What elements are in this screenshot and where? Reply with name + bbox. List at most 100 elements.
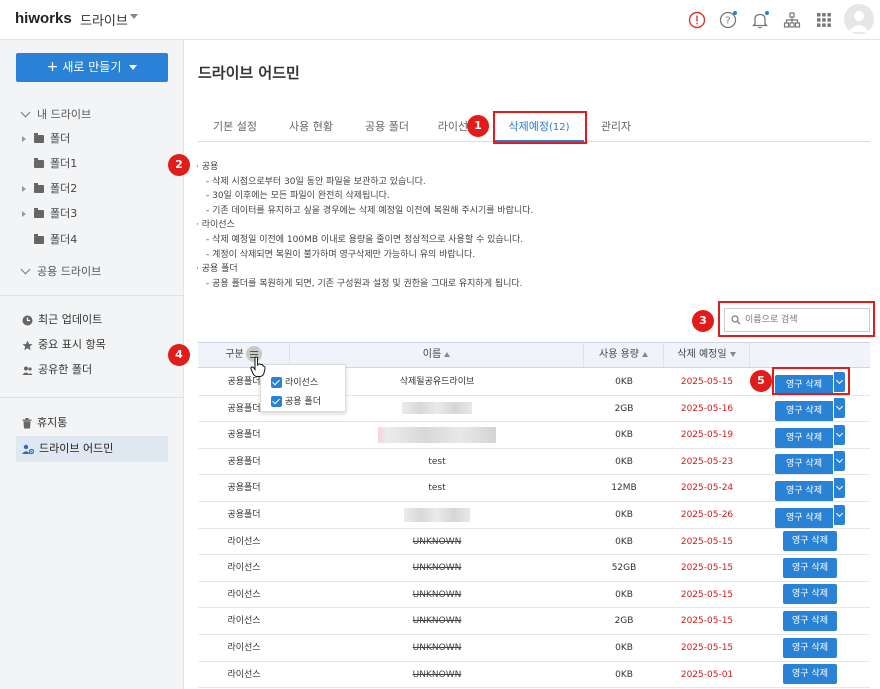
cell-type: 공용폴더: [227, 510, 261, 520]
permanent-delete-button[interactable]: 영구 삭제: [783, 664, 837, 685]
notice-text: · 공용 - 삭제 시점으로부터 30일 동안 파일을 보관하고 있습니다. -…: [196, 160, 533, 291]
alert-icon[interactable]: [686, 9, 708, 31]
divider: [0, 397, 183, 398]
permanent-delete-button[interactable]: 영구 삭제: [775, 507, 833, 528]
app-switcher-label[interactable]: 드라이브: [80, 10, 128, 29]
sidebar-item-starred[interactable]: 중요 표시 항목: [16, 332, 168, 358]
filter-option-license[interactable]: 라이선스: [271, 375, 318, 388]
cell-type: 라이선스: [227, 669, 261, 680]
sort-asc-icon: [641, 351, 648, 357]
permanent-delete-button[interactable]: 영구 삭제: [775, 401, 833, 422]
chevron-down-icon[interactable]: [833, 398, 845, 419]
chevron-down-icon[interactable]: [130, 14, 138, 19]
cell-delete-date: 2025-05-24: [680, 483, 734, 494]
redacted-name: [404, 507, 470, 522]
tab-basic-settings[interactable]: 기본 설정: [198, 112, 272, 142]
brand-logo[interactable]: hiworks: [15, 10, 72, 27]
permanent-delete-button[interactable]: 영구 삭제: [775, 427, 833, 448]
cell-actions: 영구 삭제: [750, 662, 870, 688]
sidebar-item-trash[interactable]: 휴지통: [16, 410, 168, 436]
cell-name: test: [290, 449, 584, 475]
sidebar-folder-item[interactable]: 폴더3: [22, 205, 77, 221]
permanent-delete-button[interactable]: 영구 삭제: [783, 531, 837, 552]
cell-delete-date: 2025-05-15: [680, 377, 734, 387]
name-text: UNKNOWN: [412, 536, 462, 547]
bell-icon[interactable]: [749, 9, 771, 31]
permanent-delete-button[interactable]: 영구 삭제: [775, 454, 833, 475]
checkbox-checked[interactable]: [271, 396, 282, 407]
permanent-delete-split-button: 영구 삭제: [775, 477, 845, 501]
sidebar-folder-item[interactable]: 폴더4: [22, 231, 77, 247]
cell-type: 라이선스: [227, 563, 261, 574]
sidebar-folder-item[interactable]: 폴더: [22, 130, 70, 146]
table-row: 라이선스 UNKNOWN 0KB 2025-05-15 영구 삭제: [198, 635, 870, 662]
notice-heading: · 공용 폴더: [196, 264, 238, 275]
column-header-date[interactable]: 삭제 예정일: [664, 343, 750, 367]
cell-size: 0KB: [615, 377, 633, 387]
tab-usage[interactable]: 사용 현황: [274, 112, 348, 142]
chevron-down-icon[interactable]: [833, 451, 845, 472]
folder-icon: [34, 234, 44, 244]
checkbox-checked[interactable]: [271, 377, 282, 388]
cell-type: 공용폴더: [227, 456, 261, 467]
chevron-down-icon[interactable]: [833, 424, 845, 445]
sidebar-folder-item[interactable]: 폴더1: [22, 155, 77, 171]
name-text: UNKNOWN: [412, 563, 462, 574]
my-drive-section[interactable]: 내 드라이브: [20, 106, 91, 122]
sidebar-item-recent[interactable]: 최근 업데이트: [16, 307, 168, 333]
sidebar-folder-item[interactable]: 폴더2: [22, 180, 77, 196]
new-create-button[interactable]: + 새로 만들기: [16, 53, 168, 82]
sidebar-item-shared-folder[interactable]: 공유한 폴더: [16, 357, 168, 383]
filter-option-shared-folder[interactable]: 공용 폴더: [271, 394, 321, 407]
sort-desc-icon: [729, 351, 736, 357]
cell-type: 공용폴더: [227, 430, 261, 441]
chevron-down-icon[interactable]: [833, 477, 845, 498]
cell-type: 라이선스: [227, 643, 261, 653]
cell-name: UNKNOWN: [290, 529, 584, 555]
cell-delete-date: 2025-05-26: [680, 510, 734, 520]
notice-line: - 계정이 삭제되면 복원이 불가하며 영구삭제만 가능하니 유의 바랍니다.: [206, 249, 476, 260]
column-header-actions: [750, 343, 870, 367]
cell-delete-date: 2025-05-15: [680, 643, 734, 653]
table-row: 라이선스 UNKNOWN 0KB 2025-05-15 영구 삭제: [198, 529, 870, 556]
sidebar-item-drive-admin[interactable]: 드라이브 어드민: [16, 436, 168, 462]
search-input[interactable]: [745, 312, 865, 328]
chevron-down-icon[interactable]: [833, 504, 845, 525]
cell-actions: 영구 삭제: [750, 502, 870, 528]
search-field[interactable]: [724, 308, 870, 332]
shared-drive-section[interactable]: 공용 드라이브: [20, 263, 101, 279]
permanent-delete-button[interactable]: 영구 삭제: [783, 610, 837, 631]
help-icon[interactable]: ?: [717, 9, 739, 31]
notice-line: - 공용 폴더를 복원하게 되면, 기존 구성원과 설정 및 권한을 그대로 유…: [206, 278, 523, 289]
tab-admins[interactable]: 관리자: [592, 112, 640, 142]
table-row: 라이선스 UNKNOWN 52GB 2025-05-15 영구 삭제: [198, 555, 870, 582]
tab-shared-folder[interactable]: 공용 폴더: [350, 112, 424, 142]
step-marker: 1: [467, 115, 489, 137]
avatar[interactable]: [844, 4, 874, 34]
notice-line: - 삭제 시점으로부터 30일 동안 파일을 보관하고 있습니다.: [206, 176, 426, 187]
step-marker: 3: [692, 310, 714, 332]
permanent-delete-button[interactable]: 영구 삭제: [783, 557, 837, 578]
notice-heading: · 라이선스: [196, 220, 235, 231]
table-row: 공용폴더 0KB 2025-05-26 영구 삭제: [198, 502, 870, 529]
cell-type: 라이선스: [227, 536, 261, 547]
column-filter-dropdown: 라이선스 공용 폴더: [260, 364, 346, 412]
permanent-delete-button[interactable]: 영구 삭제: [783, 584, 837, 605]
permanent-delete-button[interactable]: 영구 삭제: [775, 480, 833, 501]
step-marker: 5: [750, 370, 772, 392]
divider: [0, 295, 183, 296]
cell-name: UNKNOWN: [290, 555, 584, 581]
expand-arrow-icon[interactable]: [22, 186, 26, 192]
svg-text:?: ?: [725, 16, 730, 27]
org-chart-icon[interactable]: [781, 9, 803, 31]
expand-arrow-icon[interactable]: [22, 211, 26, 217]
expand-arrow-icon[interactable]: [22, 136, 26, 142]
permanent-delete-button[interactable]: 영구 삭제: [783, 637, 837, 658]
page-title: 드라이브 어드민: [198, 64, 300, 82]
column-header-size[interactable]: 사용 용량: [584, 343, 664, 367]
cell-delete-date: 2025-05-19: [680, 430, 734, 441]
cell-type: 라이선스: [227, 589, 261, 600]
apps-grid-icon[interactable]: [813, 9, 835, 31]
name-text: UNKNOWN: [412, 643, 462, 653]
table-row: 라이선스 UNKNOWN 0KB 2025-05-15 영구 삭제: [198, 582, 870, 609]
